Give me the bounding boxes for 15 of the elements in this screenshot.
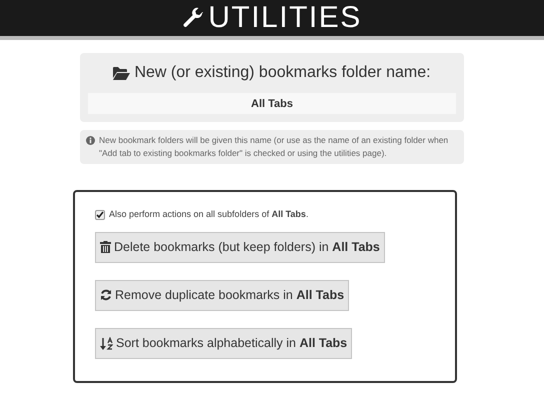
checkbox[interactable] — [95, 210, 105, 220]
sort-icon — [100, 336, 113, 350]
subfolders-label: Also perform actions on all subfolders of All Tabs. — [109, 208, 308, 221]
folder-icon — [113, 66, 130, 80]
page-title: UTILITIES — [208, 3, 362, 33]
trash-icon — [100, 241, 111, 253]
info-note: New bookmark folders will be given this name (or use as the name of an existing folder when "Add tab to existing bookmarks folder" is checked or using the utilities page). — [99, 134, 450, 160]
action-button[interactable]: Sort bookmarks alphabetically in All Tabs — [95, 328, 352, 358]
wrench-icon — [182, 7, 204, 29]
folder-name-label: New (or existing) bookmarks folder name: — [134, 63, 431, 83]
action-button[interactable]: Remove duplicate bookmarks in All Tabs — [95, 280, 350, 310]
action-button[interactable]: Delete bookmarks (but keep folders) in All Tabs — [95, 232, 385, 262]
info-icon — [86, 136, 95, 145]
refresh-icon — [100, 289, 112, 301]
folder-name-input[interactable]: All Tabs — [88, 93, 456, 114]
